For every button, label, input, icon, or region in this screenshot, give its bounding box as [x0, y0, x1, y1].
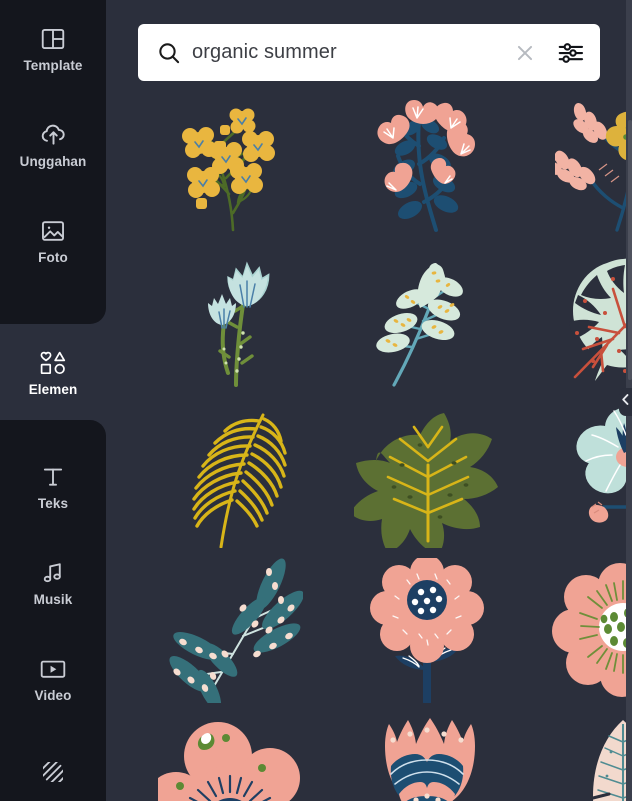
element-tile-blush-banana-leaf[interactable] — [529, 708, 632, 801]
sidebar-item-label: Video — [34, 687, 72, 703]
sidebar-active-notch-bottom — [0, 420, 106, 438]
elements-panel — [106, 0, 632, 801]
canva-editor-window: Template Unggahan Foto Elemen Teks Musik… — [0, 0, 632, 801]
search-input[interactable] — [192, 41, 502, 64]
shapes-icon — [38, 348, 68, 378]
sidebar-item-latar[interactable] — [0, 726, 106, 801]
element-tile-yellow-wildflower-sprig[interactable] — [140, 88, 327, 243]
element-tile-pink-navy-floral-branch[interactable] — [335, 88, 522, 243]
sidebar-item-template[interactable]: Template — [0, 0, 106, 96]
element-tile-monstera-leaf[interactable] — [529, 243, 632, 398]
text-t-icon — [38, 462, 68, 492]
element-tile-yellow-palm-frond[interactable] — [140, 398, 327, 553]
element-tile-speckled-leaf-sprig[interactable] — [335, 243, 522, 398]
sidebar-item-label: Elemen — [28, 381, 78, 397]
background-pattern-icon — [38, 757, 68, 787]
sidebar-item-unggahan[interactable]: Unggahan — [0, 96, 106, 192]
element-tile-green-philodendron-leaf[interactable] — [335, 398, 522, 553]
music-note-icon — [38, 558, 68, 588]
sidebar-item-label: Foto — [38, 249, 68, 265]
element-tile-pink-daisy-navy-center[interactable] — [335, 553, 522, 708]
sidebar-item-teks[interactable]: Teks — [0, 438, 106, 534]
sidebar-active-notch-top — [0, 306, 106, 324]
search-bar[interactable] — [138, 24, 600, 81]
photo-icon — [38, 216, 68, 246]
sidebar-item-label: Unggahan — [19, 153, 87, 169]
sidebar-item-foto[interactable]: Foto — [0, 192, 106, 288]
filter-sliders-icon[interactable] — [556, 38, 586, 68]
upload-cloud-icon — [38, 120, 68, 150]
close-x-icon[interactable] — [512, 40, 538, 66]
template-icon — [38, 24, 68, 54]
sidebar-item-label: Teks — [37, 495, 69, 511]
panel-collapse-button[interactable] — [619, 388, 632, 416]
element-tile-blue-tulip-pair[interactable] — [140, 243, 327, 398]
sidebar-item-elemen[interactable]: Elemen — [0, 324, 106, 420]
element-tile-teal-dotted-leaf-branch[interactable] — [140, 553, 327, 708]
element-tile-pink-poppy-green-center[interactable] — [529, 553, 632, 708]
sidebar-item-label: Musik — [33, 591, 73, 607]
element-tile-mint-hibiscus-flower[interactable] — [529, 398, 632, 553]
chevron-left-icon — [621, 393, 630, 411]
element-tile-pink-navy-folk-tulip[interactable] — [335, 708, 522, 801]
search-icon — [156, 40, 182, 66]
sidebar-item-video[interactable]: Video — [0, 630, 106, 726]
video-play-icon — [38, 654, 68, 684]
sidebar-item-label: Template — [23, 57, 83, 73]
scrollbar-thumb[interactable] — [628, 120, 632, 380]
element-tile-pink-cloud-flower[interactable] — [140, 708, 327, 801]
element-tile-yellow-bloom-pink-ferns[interactable] — [529, 88, 632, 243]
element-results-grid — [106, 88, 632, 801]
sidebar-item-musik[interactable]: Musik — [0, 534, 106, 630]
left-sidebar: Template Unggahan Foto Elemen Teks Musik… — [0, 0, 106, 801]
